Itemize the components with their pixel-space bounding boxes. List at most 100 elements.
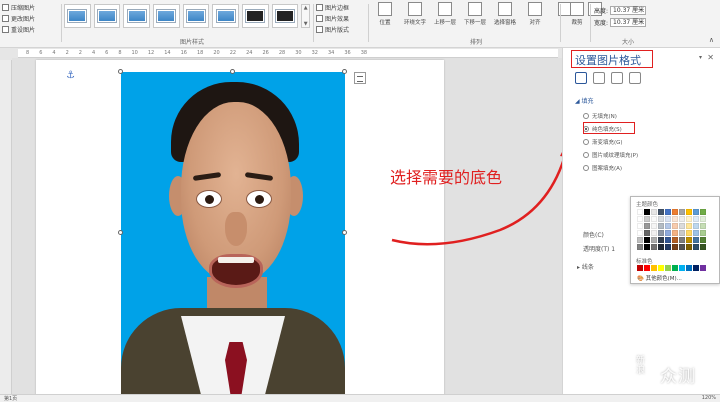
- fill-option-gradient[interactable]: 渐变填充(G): [583, 138, 623, 146]
- color-swatch[interactable]: [693, 209, 699, 215]
- color-swatch[interactable]: [651, 244, 657, 250]
- bring-forward-button[interactable]: 上移一层: [432, 2, 458, 26]
- color-swatch[interactable]: [651, 237, 657, 243]
- color-swatch[interactable]: [644, 216, 650, 222]
- color-swatch[interactable]: [665, 230, 671, 236]
- color-swatch[interactable]: [686, 230, 692, 236]
- color-swatch[interactable]: [672, 223, 678, 229]
- fill-section-header[interactable]: ◢ 填充: [575, 96, 594, 105]
- fill-option-picture[interactable]: 图片或纹理填充(P): [583, 151, 638, 159]
- resize-handle[interactable]: [118, 69, 123, 74]
- color-swatch[interactable]: [700, 209, 706, 215]
- style-thumb[interactable]: [93, 4, 121, 28]
- color-swatch[interactable]: [679, 265, 685, 271]
- fill-option-pattern[interactable]: 图案填充(A): [583, 164, 622, 172]
- close-icon[interactable]: ✕: [707, 53, 714, 62]
- color-swatch[interactable]: [665, 265, 671, 271]
- style-thumb[interactable]: [212, 4, 240, 28]
- color-swatch[interactable]: [672, 237, 678, 243]
- color-swatch[interactable]: [637, 230, 643, 236]
- picture-border-button[interactable]: 图片边框: [316, 2, 366, 13]
- change-picture-button[interactable]: 更改图片: [2, 13, 60, 24]
- color-swatch[interactable]: [665, 244, 671, 250]
- layout-options-icon[interactable]: [354, 72, 366, 84]
- width-input[interactable]: 10.37 厘米: [610, 17, 647, 27]
- color-swatch[interactable]: [665, 216, 671, 222]
- reset-picture-button[interactable]: 重设图片: [2, 24, 60, 35]
- color-swatch[interactable]: [651, 230, 657, 236]
- color-swatch[interactable]: [686, 237, 692, 243]
- color-swatch[interactable]: [679, 209, 685, 215]
- picture-effects-button[interactable]: 图片效果: [316, 13, 366, 24]
- resize-handle[interactable]: [342, 230, 347, 235]
- color-swatch[interactable]: [686, 265, 692, 271]
- color-swatch[interactable]: [679, 237, 685, 243]
- color-swatch[interactable]: [658, 230, 664, 236]
- color-swatch[interactable]: [679, 244, 685, 250]
- selected-picture[interactable]: [121, 72, 345, 394]
- color-swatch[interactable]: [686, 244, 692, 250]
- layout-tab-icon[interactable]: [611, 72, 623, 84]
- color-swatch[interactable]: [679, 216, 685, 222]
- resize-handle[interactable]: [342, 69, 347, 74]
- color-swatch[interactable]: [679, 230, 685, 236]
- color-swatch[interactable]: [665, 209, 671, 215]
- line-section-header[interactable]: ▸ 线条: [577, 262, 594, 271]
- color-swatch[interactable]: [637, 244, 643, 250]
- color-swatch[interactable]: [637, 209, 643, 215]
- style-thumb[interactable]: [271, 4, 299, 28]
- color-swatch[interactable]: [686, 209, 692, 215]
- color-swatch[interactable]: [700, 265, 706, 271]
- style-thumb[interactable]: [182, 4, 210, 28]
- collapse-ribbon-icon[interactable]: ∧: [709, 36, 714, 44]
- color-swatch[interactable]: [700, 230, 706, 236]
- color-swatch[interactable]: [637, 265, 643, 271]
- color-swatch[interactable]: [672, 216, 678, 222]
- zoom-level[interactable]: 120%: [702, 395, 716, 401]
- style-thumb[interactable]: [153, 4, 180, 28]
- picture-tab-icon[interactable]: [629, 72, 641, 84]
- resize-handle[interactable]: [230, 69, 235, 74]
- color-swatch[interactable]: [700, 223, 706, 229]
- position-button[interactable]: 位置: [372, 2, 398, 26]
- color-swatch[interactable]: [651, 209, 657, 215]
- color-swatch[interactable]: [686, 223, 692, 229]
- color-swatch[interactable]: [672, 230, 678, 236]
- color-swatch[interactable]: [644, 237, 650, 243]
- anchor-icon[interactable]: ⚓: [66, 70, 75, 81]
- color-swatch[interactable]: [665, 223, 671, 229]
- color-swatch[interactable]: [658, 209, 664, 215]
- color-swatch[interactable]: [644, 230, 650, 236]
- color-swatch[interactable]: [693, 223, 699, 229]
- color-swatch[interactable]: [644, 209, 650, 215]
- style-thumb[interactable]: [123, 4, 151, 28]
- color-swatch[interactable]: [665, 237, 671, 243]
- color-swatch[interactable]: [637, 237, 643, 243]
- color-swatch[interactable]: [651, 223, 657, 229]
- color-swatch[interactable]: [672, 244, 678, 250]
- color-swatch[interactable]: [644, 223, 650, 229]
- color-swatch[interactable]: [651, 265, 657, 271]
- color-swatch[interactable]: [686, 216, 692, 222]
- color-swatch[interactable]: [693, 244, 699, 250]
- color-swatch[interactable]: [658, 216, 664, 222]
- color-swatch[interactable]: [651, 216, 657, 222]
- style-thumb[interactable]: [64, 4, 91, 28]
- color-swatch[interactable]: [693, 237, 699, 243]
- color-swatch[interactable]: [644, 244, 650, 250]
- pane-options-icon[interactable]: ▾: [699, 54, 702, 61]
- color-swatch[interactable]: [644, 265, 650, 271]
- fill-option-none[interactable]: 无填充(N): [583, 112, 617, 120]
- height-input[interactable]: 10.37 厘米: [610, 5, 647, 15]
- gallery-scroll[interactable]: ▲ ▼: [301, 4, 311, 28]
- color-swatch[interactable]: [700, 216, 706, 222]
- color-swatch[interactable]: [672, 209, 678, 215]
- color-swatch[interactable]: [693, 230, 699, 236]
- style-thumb[interactable]: [242, 4, 269, 28]
- more-colors-option[interactable]: 🎨 其他颜色(M)...: [637, 274, 682, 282]
- color-swatch[interactable]: [693, 265, 699, 271]
- picture-layout-button[interactable]: 图片版式: [316, 24, 366, 35]
- color-swatch[interactable]: [679, 223, 685, 229]
- send-backward-button[interactable]: 下移一层: [462, 2, 488, 26]
- wrap-text-button[interactable]: 环绕文字: [402, 2, 428, 26]
